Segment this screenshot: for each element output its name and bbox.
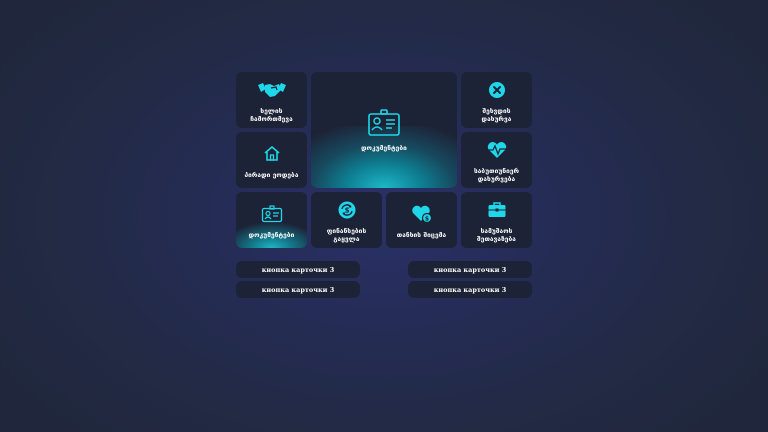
- card-button-left-1[interactable]: кнопка карточки 3: [236, 261, 360, 278]
- card-button-right-2[interactable]: кнопка карточки 3: [408, 281, 532, 298]
- refresh-dollar-icon: $: [332, 197, 362, 223]
- svg-text:$: $: [344, 206, 349, 214]
- tile-personal-info[interactable]: პირადი ეოდება: [236, 132, 307, 188]
- heart-hand-icon: $: [407, 201, 437, 227]
- card-button-right-1[interactable]: кнопка карточки 3: [408, 261, 532, 278]
- handshake-icon: [257, 77, 287, 103]
- tile-handshake-label: ხელის ჩამორთმევა: [250, 106, 293, 124]
- tile-job-offer-label: სამუშაოს შეთავაზება: [477, 226, 516, 244]
- tile-health-insurance-label: საბუთიუნიერ დახურვება: [473, 166, 520, 184]
- home-icon: [257, 141, 287, 167]
- tile-close-meeting-label: შეხვდის დახურვა: [481, 106, 512, 124]
- heart-pulse-icon: [482, 137, 512, 163]
- tile-donation-label: თანხის შიცემა: [396, 230, 447, 239]
- tile-close-meeting[interactable]: შეხვდის დახურვა: [461, 72, 532, 128]
- tile-documents-large-label: დოკუმენტები: [361, 143, 407, 152]
- tile-finances[interactable]: $ ფინანსების გაყვლა: [311, 192, 382, 248]
- tile-handshake[interactable]: ხელის ჩამორთმევა: [236, 72, 307, 128]
- id-card-small-icon: [257, 201, 287, 227]
- tile-finances-label: ფინანსების გაყვლა: [326, 226, 367, 244]
- tile-personal-info-label: პირადი ეოდება: [244, 170, 299, 179]
- tile-donation[interactable]: $ თანხის შიცემა: [386, 192, 457, 248]
- tile-health-insurance[interactable]: საბუთიუნიერ დახურვება: [461, 132, 532, 188]
- id-card-icon: [366, 108, 402, 138]
- tile-documents-small-label: დოკუმენტები: [248, 230, 295, 239]
- card-button-left-2[interactable]: кнопка карточки 3: [236, 281, 360, 298]
- tile-job-offer[interactable]: სამუშაოს შეთავაზება: [461, 192, 532, 248]
- briefcase-icon: [482, 197, 512, 223]
- svg-text:$: $: [424, 215, 428, 222]
- close-circle-icon: [482, 77, 512, 103]
- tile-documents-small[interactable]: დოკუმენტები: [236, 192, 307, 248]
- tile-documents-large[interactable]: დოკუმენტები: [311, 72, 457, 188]
